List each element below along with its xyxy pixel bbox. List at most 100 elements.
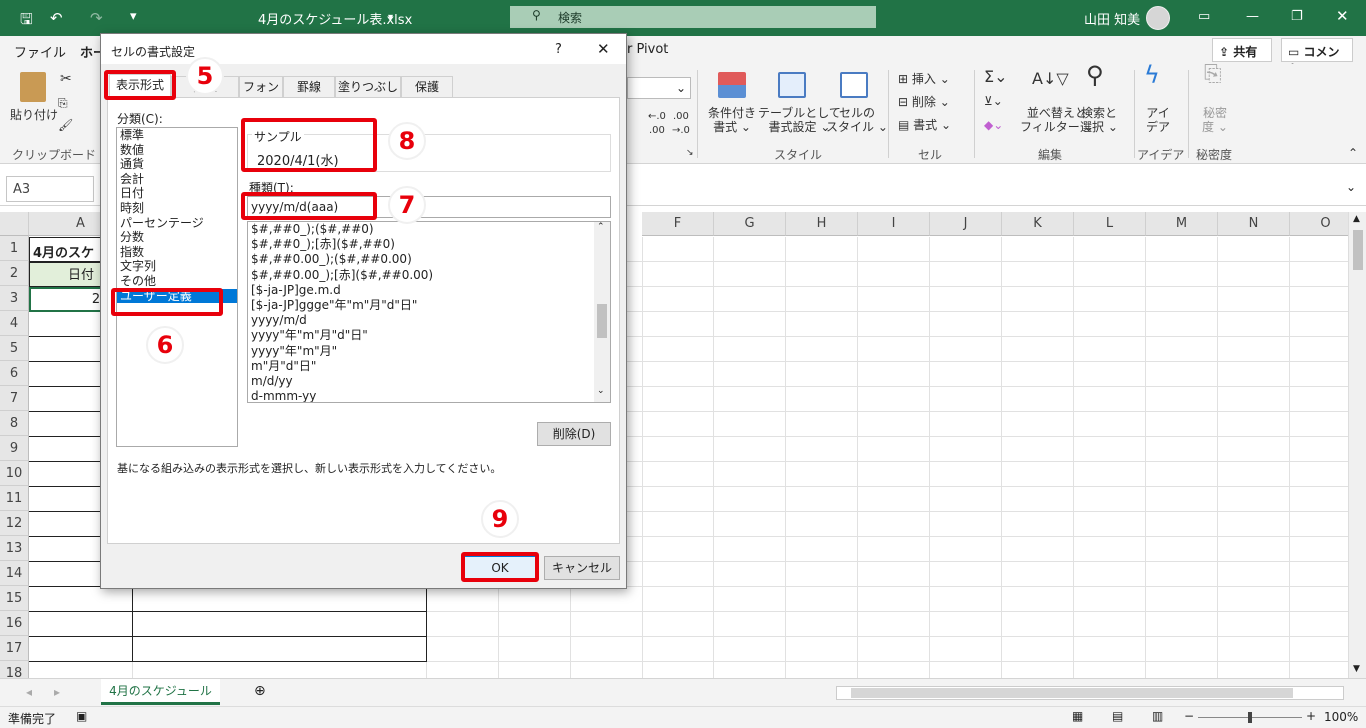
- grid-cell[interactable]: [786, 512, 858, 537]
- grid-cell[interactable]: [499, 587, 571, 612]
- help-button[interactable]: ?: [555, 42, 562, 57]
- grid-cell[interactable]: [714, 437, 786, 462]
- restore-icon[interactable]: ❐: [1291, 9, 1303, 24]
- grid-cell[interactable]: [1002, 337, 1074, 362]
- grid-cell[interactable]: [858, 237, 930, 262]
- close-icon[interactable]: ✕: [1336, 7, 1349, 25]
- grid-cell[interactable]: [786, 312, 858, 337]
- page-break-icon[interactable]: ▥: [1152, 709, 1163, 723]
- grid-cell[interactable]: [714, 262, 786, 287]
- grid-cell[interactable]: [642, 662, 714, 678]
- grid-cell[interactable]: [1074, 387, 1146, 412]
- comment-button[interactable]: ▭ コメント: [1281, 38, 1353, 76]
- grid-cell[interactable]: [1290, 637, 1348, 662]
- prev-sheet-icon[interactable]: ◂: [26, 685, 32, 699]
- decrease-decimal-icon[interactable]: .00 →.0: [672, 110, 690, 138]
- row-header[interactable]: 4: [0, 311, 29, 336]
- tab-number-format[interactable]: 表示形式: [109, 74, 171, 98]
- grid-cell[interactable]: [1002, 537, 1074, 562]
- grid-cell[interactable]: [714, 412, 786, 437]
- grid-cell[interactable]: [714, 287, 786, 312]
- ok-button[interactable]: OK: [464, 556, 536, 580]
- grid-cell[interactable]: [642, 312, 714, 337]
- grid-cell[interactable]: [1218, 562, 1290, 587]
- grid-cell[interactable]: [571, 637, 643, 662]
- column-header[interactable]: I: [858, 212, 930, 236]
- grid-cell[interactable]: [1290, 537, 1348, 562]
- category-item[interactable]: 時刻: [117, 201, 237, 216]
- grid-cell[interactable]: [858, 437, 930, 462]
- sensitivity-button[interactable]: 秘密度 ⌄: [1202, 106, 1228, 134]
- grid-cell[interactable]: [858, 612, 930, 637]
- grid-cell[interactable]: [930, 637, 1002, 662]
- grid-cell[interactable]: [786, 262, 858, 287]
- column-header[interactable]: H: [786, 212, 858, 236]
- row-header[interactable]: 11: [0, 486, 29, 511]
- grid-cell[interactable]: [1290, 462, 1348, 487]
- format-item[interactable]: [$-ja-JP]ggge"年"m"月"d"日": [248, 298, 610, 313]
- format-item[interactable]: $#,##0_);($#,##0): [248, 222, 610, 237]
- grid-cell[interactable]: [786, 337, 858, 362]
- grid-cell[interactable]: [1218, 537, 1290, 562]
- avatar[interactable]: [1146, 6, 1170, 30]
- grid-cell[interactable]: [1074, 487, 1146, 512]
- search-box[interactable]: ⚲ 検索: [510, 6, 876, 28]
- grid-cell[interactable]: [858, 512, 930, 537]
- grid-cell[interactable]: [930, 262, 1002, 287]
- tab-font[interactable]: フォント: [239, 76, 283, 114]
- grid-cell[interactable]: [786, 387, 858, 412]
- grid-cell[interactable]: [1218, 387, 1290, 412]
- grid-cell[interactable]: [858, 587, 930, 612]
- grid-cell[interactable]: [1002, 662, 1074, 678]
- type-input[interactable]: yyyy/m/d(aaa): [247, 196, 611, 218]
- sheet-tab-active[interactable]: 4月のスケジュール: [101, 679, 220, 705]
- tab-fill[interactable]: 塗りつぶし: [335, 76, 401, 98]
- grid-cell[interactable]: [1146, 387, 1218, 412]
- grid-cell[interactable]: [786, 637, 858, 662]
- grid-cell[interactable]: [930, 537, 1002, 562]
- grid-cell[interactable]: [858, 662, 930, 678]
- grid-cell[interactable]: [642, 262, 714, 287]
- grid-cell[interactable]: [930, 412, 1002, 437]
- category-item[interactable]: 指数: [117, 245, 237, 260]
- grid-cell[interactable]: [930, 437, 1002, 462]
- grid-cell[interactable]: [1074, 512, 1146, 537]
- grid-cell[interactable]: [1218, 462, 1290, 487]
- cell-styles-button[interactable]: セルの スタイル ⌄: [826, 106, 888, 134]
- cancel-button[interactable]: キャンセル: [544, 556, 620, 580]
- format-item[interactable]: yyyy"年"m"月": [248, 344, 610, 359]
- grid-cell[interactable]: [1290, 437, 1348, 462]
- grid-cell[interactable]: [427, 662, 499, 678]
- delete-format-button[interactable]: 削除(D): [537, 422, 611, 446]
- grid-cell[interactable]: [1002, 512, 1074, 537]
- grid-cell[interactable]: [1002, 437, 1074, 462]
- grid-cell[interactable]: [571, 662, 643, 678]
- grid-cell[interactable]: [1290, 587, 1348, 612]
- row-header[interactable]: 1: [0, 236, 29, 261]
- column-header[interactable]: M: [1146, 212, 1218, 236]
- grid-cell[interactable]: [930, 337, 1002, 362]
- grid-cell[interactable]: [786, 587, 858, 612]
- grid-cell[interactable]: [1002, 637, 1074, 662]
- grid-cell[interactable]: [1146, 662, 1218, 678]
- grid-cell[interactable]: [930, 487, 1002, 512]
- grid-cell[interactable]: [1002, 312, 1074, 337]
- grid-cell[interactable]: [930, 312, 1002, 337]
- grid-cell[interactable]: [642, 287, 714, 312]
- column-header[interactable]: G: [714, 212, 786, 236]
- grid-cell[interactable]: [714, 662, 786, 678]
- category-item[interactable]: 通貨: [117, 157, 237, 172]
- grid-cell[interactable]: [642, 512, 714, 537]
- grid-cell[interactable]: [714, 587, 786, 612]
- grid-cell[interactable]: [1146, 562, 1218, 587]
- share-button[interactable]: ⇪ 共有: [1212, 38, 1272, 62]
- grid-cell[interactable]: [642, 462, 714, 487]
- category-item[interactable]: 標準: [117, 128, 237, 143]
- grid-cell[interactable]: [1218, 312, 1290, 337]
- grid-cell[interactable]: [1146, 487, 1218, 512]
- grid-cell[interactable]: [1002, 362, 1074, 387]
- paste-button[interactable]: 貼り付け: [10, 108, 58, 122]
- column-header[interactable]: L: [1074, 212, 1146, 236]
- grid-cell[interactable]: [29, 637, 133, 662]
- grid-cell[interactable]: [1218, 612, 1290, 637]
